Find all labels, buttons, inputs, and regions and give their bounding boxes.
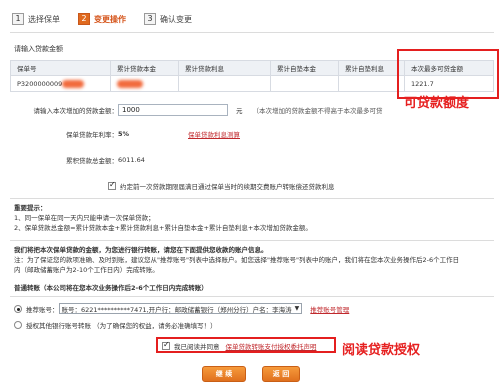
transfer-title: 普通转账（本公司将在您本次业务操作后2-6个工作日内完成转账） (14, 284, 208, 292)
continue-button[interactable]: 继 续 (202, 366, 246, 382)
auto-repay-row: 约定前一次贷款期限届满日通过保单当时的续期交费账户转账偿还贷款利息 (108, 180, 335, 191)
divider (10, 240, 494, 241)
amount-hint: （本次增加的贷款金额不得高于本次最多可贷 (252, 107, 383, 115)
step-number: 2 (78, 13, 90, 25)
account-intro-note: 内（邮政储蓄账户为2-10个工作日内）完成转账。 (14, 266, 159, 274)
annotation-read-authorize: 阅读贷款授权 (342, 343, 421, 358)
step-select-policy: 1 选择保单 (12, 13, 60, 25)
account-intro-title: 我们将把本次保单贷款的金额，为您进行银行转账，请您在下面提供您收款的账户信息。 (14, 246, 268, 254)
interest-cell (178, 75, 271, 92)
other-account-row: 授权其他银行账号转账 （为了确保您的权益，请务必准确填写！） (14, 320, 217, 330)
notice-line: 2、保单贷款总金额=累计贷款本金+累计贷款利息+累计自垫本金+累计自垫利息+本次… (14, 224, 312, 232)
total-value: 6011.64 (118, 156, 145, 164)
redaction-mark (117, 79, 143, 88)
total-row: 累积贷款总金额： 6011.64 (10, 155, 145, 165)
step-confirm-change: 3 确认变更 (144, 13, 192, 25)
column-header: 累计贷款本金 (110, 60, 179, 76)
other-account-radio[interactable] (14, 321, 22, 329)
step-number: 3 (144, 13, 156, 25)
amount-unit: 元 (236, 107, 243, 115)
column-header: 保单号 (10, 60, 111, 76)
recommended-account-label: 推荐账号： (26, 305, 59, 314)
other-account-text: 授权其他银行账号转账 （为了确保您的权益，请务必准确填写！） (26, 322, 217, 330)
step-label: 变更操作 (94, 14, 126, 24)
step-number: 1 (12, 13, 24, 25)
section-title: 请输入贷款金额 (14, 45, 63, 53)
auto-repay-checkbox[interactable] (108, 180, 116, 190)
account-intro: 我们将把本次保单贷款的金额，为您进行银行转账，请您在下面提供您收款的账户信息。 … (14, 245, 494, 275)
auto-repay-text: 约定前一次贷款期限届满日通过保单当时的续期交费账户转账偿还贷款利息 (120, 183, 335, 191)
amount-input[interactable] (118, 104, 228, 116)
recommended-account-radio[interactable] (14, 304, 22, 313)
column-header: 累计自垫本金 (270, 60, 339, 76)
amount-row: 请输入本次增加的贷款金额： 元 （本次增加的贷款金额不得高于本次最多可贷 (10, 104, 383, 116)
rate-row: 保单贷款年利率： 5% 保单贷款利息测算 (10, 129, 240, 139)
recommended-account-row: 推荐账号： 账号：6221**********7471,开户行：邮政储蓄银行（郑… (14, 303, 349, 314)
chevron-down-icon: ▼ (294, 305, 300, 312)
divider (10, 32, 494, 33)
rate-value: 5% (118, 130, 130, 138)
step-label: 确认变更 (160, 14, 192, 24)
notice-title: 重要提示： (14, 204, 47, 212)
self-principal-cell (270, 75, 339, 92)
selected-account: 账号：6221**********7471,开户行：邮政储蓄银行（郑州分行）户名… (61, 305, 292, 314)
highlight-box (156, 337, 336, 353)
important-notice: 重要提示： 1、同一保单在同一天内只能申请一次保单贷款； 2、保单贷款总金额=累… (14, 203, 312, 233)
step-change-operation: 2 变更操作 (78, 13, 126, 25)
divider (10, 198, 494, 199)
back-button[interactable]: 返 回 (262, 366, 300, 382)
policy-number: P3200000009 (17, 79, 63, 88)
amount-label: 请输入本次增加的贷款金额： (33, 107, 119, 115)
recommended-account-select[interactable]: 账号：6221**********7471,开户行：邮政储蓄银行（郑州分行）户名… (58, 303, 303, 314)
self-interest-cell (338, 75, 405, 92)
annotation-loan-quota: 可贷款额度 (404, 96, 470, 111)
principal-cell (110, 75, 179, 92)
account-intro-note: 注：为了保证您的款项准确、及时到账，建议您从"推荐账号"列表中选择账户。如您选择… (14, 256, 460, 264)
rate-label: 保单贷款年利率： (66, 131, 118, 139)
total-label: 累积贷款总金额： (66, 157, 118, 165)
column-header: 累计贷款利息 (178, 60, 271, 76)
step-indicator: 1 选择保单 2 变更操作 3 确认变更 (12, 10, 492, 28)
policy-number-cell: P3200000009 (10, 75, 111, 92)
step-label: 选择保单 (28, 14, 60, 24)
interest-calc-link[interactable]: 保单贷款利息测算 (188, 129, 240, 139)
notice-line: 1、同一保单在同一天内只能申请一次保单贷款； (14, 214, 155, 222)
divider (10, 296, 494, 297)
manage-account-link[interactable]: 推荐账号管理 (310, 304, 349, 314)
redaction-mark (62, 79, 85, 88)
column-header: 累计自垫利息 (338, 60, 405, 76)
